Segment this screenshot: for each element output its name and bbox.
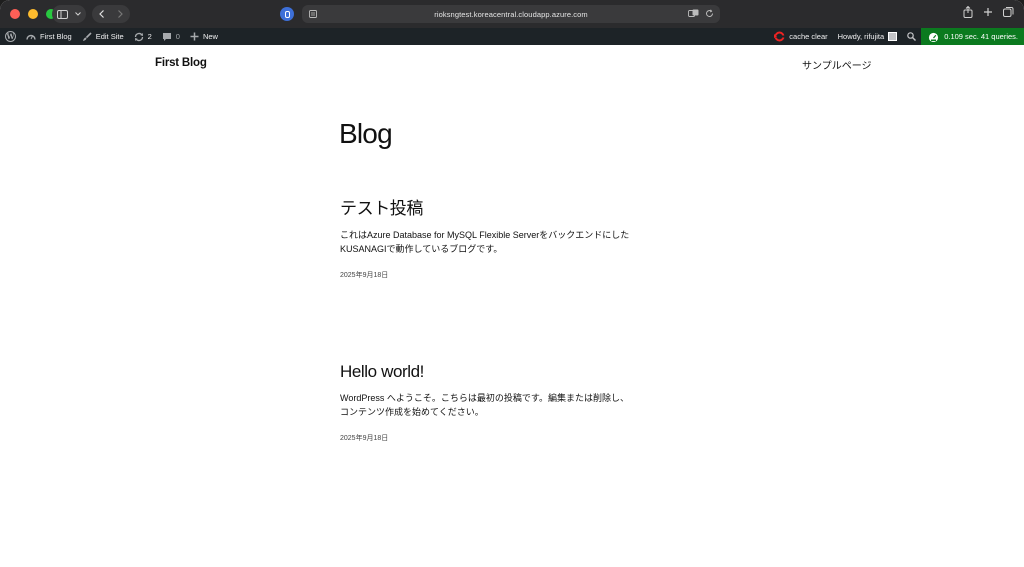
- post-excerpt-line: WordPress へようこそ。こちらは最初の投稿です。編集または削除し、: [340, 393, 629, 403]
- cache-clear-button[interactable]: cache clear: [769, 28, 832, 45]
- cache-clear-label: cache clear: [789, 32, 828, 41]
- post-excerpt: これはAzure Database for MySQL Flexible Ser…: [340, 228, 660, 256]
- back-button[interactable]: [92, 5, 111, 23]
- speedometer-icon: [929, 32, 939, 42]
- forward-button[interactable]: [111, 5, 130, 23]
- post-date[interactable]: 2025年9月18日: [340, 270, 660, 280]
- post-excerpt-line: コンテンツ作成を始めてください。: [340, 407, 484, 417]
- comments-count: 0: [175, 32, 180, 41]
- my-account-menu[interactable]: Howdy, rifujita: [833, 28, 903, 45]
- post-excerpt: WordPress へようこそ。こちらは最初の投稿です。編集または削除し、 コンテ…: [340, 391, 660, 419]
- keyhole-icon: [284, 10, 290, 18]
- url-text: rioksngtest.koreacentral.cloudapp.azure.…: [434, 9, 588, 19]
- admin-bar-secondary: cache clear Howdy, rifujita 0.109 sec. 4…: [769, 28, 1024, 45]
- chevron-left-icon: [99, 10, 104, 18]
- wp-logo-menu[interactable]: W: [0, 28, 21, 45]
- share-icon[interactable]: [963, 6, 973, 18]
- tab-group-menu-button[interactable]: [72, 5, 84, 23]
- brush-icon: [82, 31, 92, 41]
- comment-icon: [162, 32, 171, 41]
- wordpress-logo-icon: W: [5, 31, 16, 42]
- comments-link[interactable]: 0: [157, 28, 185, 45]
- post-item: Hello world! WordPress へようこそ。こちらは最初の投稿です…: [340, 362, 660, 443]
- updates-icon: [134, 32, 143, 41]
- chevron-down-icon: [75, 12, 81, 16]
- reload-icon[interactable]: [705, 9, 714, 18]
- cache-clear-icon: [774, 31, 786, 42]
- sidebar-toggle-group: [52, 5, 86, 23]
- sidebar-icon: [56, 9, 68, 19]
- post-item: テスト投稿 これはAzure Database for MySQL Flexib…: [340, 194, 660, 280]
- admin-search-button[interactable]: [902, 28, 921, 45]
- updates-count: 2: [147, 32, 152, 41]
- post-excerpt-line: KUSANAGIで動作しているブログです。: [340, 244, 503, 254]
- avatar: [888, 32, 898, 41]
- post-excerpt-line: これはAzure Database for MySQL Flexible Ser…: [340, 230, 630, 240]
- address-bar-actions: [688, 9, 714, 18]
- search-icon: [907, 32, 917, 41]
- chevron-right-icon: [118, 10, 123, 18]
- tab-overview-icon[interactable]: [1003, 6, 1014, 18]
- plus-icon: [190, 32, 199, 41]
- svg-text:W: W: [6, 32, 15, 41]
- nav-item-sample-page[interactable]: サンプルページ: [802, 57, 872, 72]
- edit-site-label: Edit Site: [95, 32, 124, 41]
- dashboard-icon: [26, 34, 36, 40]
- close-window-button[interactable]: [10, 9, 20, 19]
- browser-right-tools: [963, 6, 1014, 18]
- performance-stats: 0.109 sec. 41 queries.: [944, 32, 1018, 41]
- password-manager-extension-button[interactable]: [280, 7, 294, 21]
- minimize-window-button[interactable]: [28, 9, 38, 19]
- history-nav-group: [92, 5, 130, 23]
- edit-site-link[interactable]: Edit Site: [77, 28, 129, 45]
- post-title-link[interactable]: テスト投稿: [340, 194, 660, 219]
- site-name-menu[interactable]: First Blog: [21, 28, 77, 45]
- translate-icon[interactable]: [688, 9, 699, 18]
- site-name-label: First Blog: [40, 32, 72, 41]
- sidebar-toggle-button[interactable]: [52, 5, 72, 23]
- howdy-label: Howdy, rifujita: [837, 32, 885, 41]
- browser-window: rioksngtest.koreacentral.cloudapp.azure.…: [0, 0, 1024, 567]
- updates-link[interactable]: 2: [129, 28, 157, 45]
- address-bar[interactable]: rioksngtest.koreacentral.cloudapp.azure.…: [302, 5, 720, 23]
- wp-admin-bar: W First Blog Edit Site 2 0 New cache cle…: [0, 28, 1024, 45]
- page-title: Blog: [339, 118, 393, 149]
- browser-toolbar: rioksngtest.koreacentral.cloudapp.azure.…: [0, 0, 1024, 28]
- new-label: New: [202, 32, 218, 41]
- new-content-menu[interactable]: New: [185, 28, 223, 45]
- query-monitor-button[interactable]: 0.109 sec. 41 queries.: [921, 28, 1024, 45]
- page-menu-icon[interactable]: [308, 9, 318, 19]
- post-title-link[interactable]: Hello world!: [340, 362, 660, 382]
- window-controls: [10, 9, 56, 19]
- site-title-link[interactable]: First Blog: [155, 57, 207, 69]
- new-tab-icon[interactable]: [983, 6, 993, 18]
- post-date[interactable]: 2025年9月18日: [340, 433, 660, 443]
